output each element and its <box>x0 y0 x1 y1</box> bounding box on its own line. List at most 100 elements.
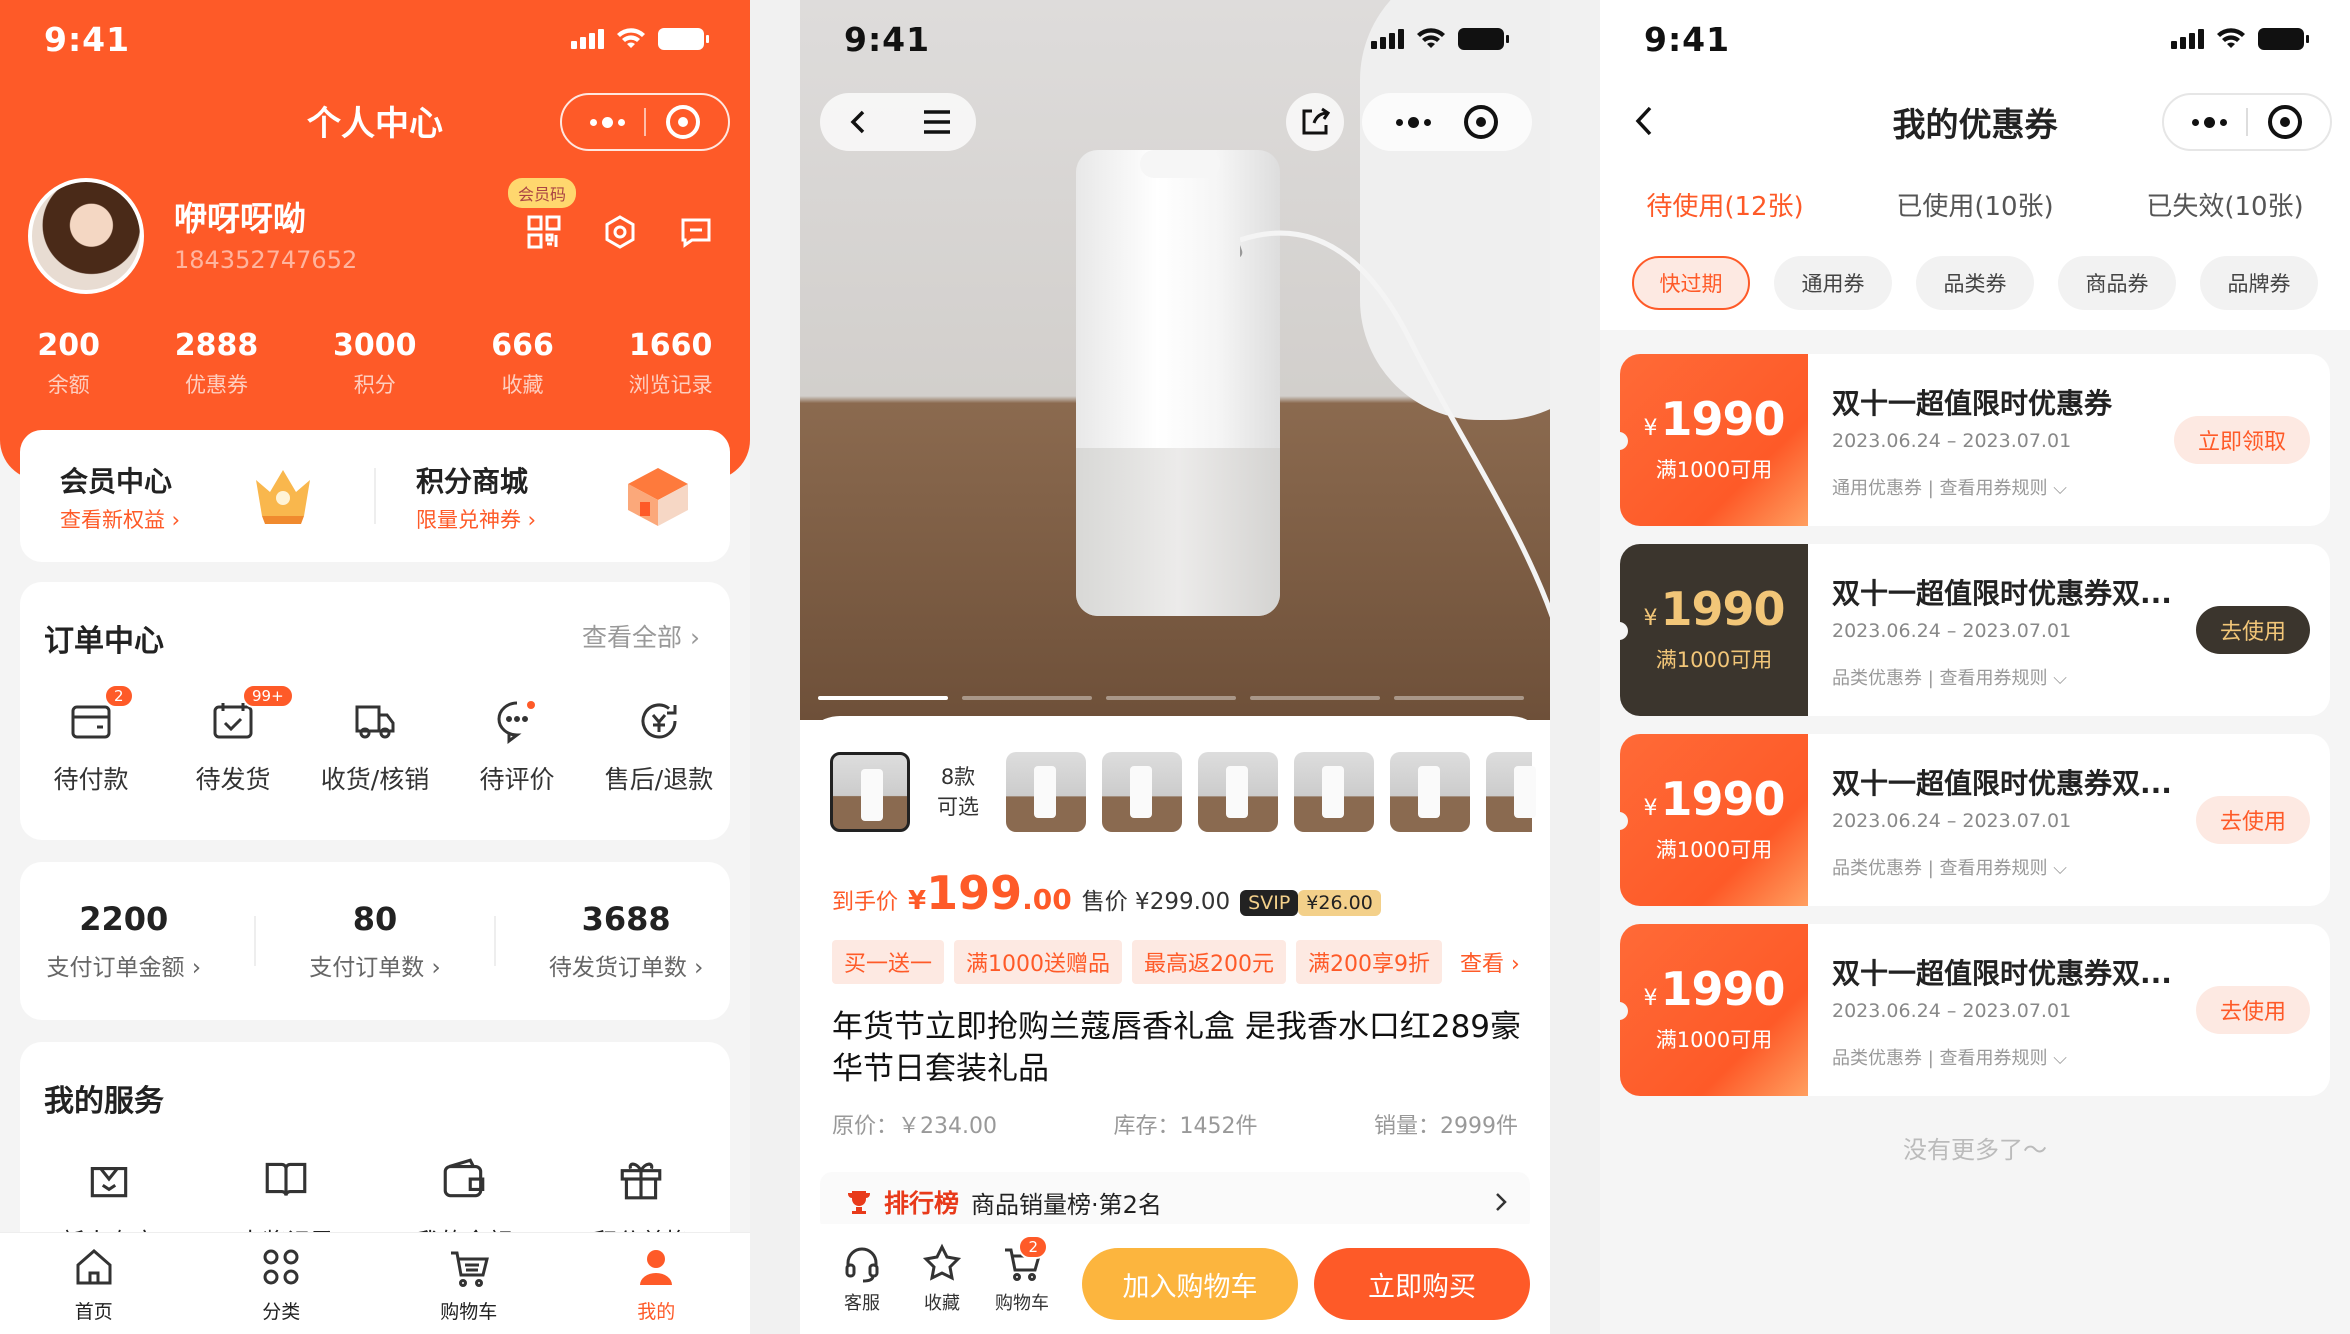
order-center-title: 订单中心 <box>44 624 164 659</box>
coupon-status-tabs: 待使用(12张) 已使用(10张) 已失效(10张) <box>1600 186 2350 223</box>
nav-back-menu <box>820 93 976 151</box>
points-mall-entry[interactable]: 积分商城 限量兑神券 › <box>376 430 730 562</box>
tab-used[interactable]: 已使用(10张) <box>1896 186 2053 223</box>
coupons-screen: 9:41 我的优惠券 待使用(12张) 已使用(10张) 已失效(10张) 快过… <box>1600 0 2350 1334</box>
tab-mine[interactable]: 我的 <box>596 1233 716 1334</box>
stat-points[interactable]: 3000 积分 <box>333 328 417 399</box>
signal-icon <box>1371 29 1404 49</box>
sales-count: 销量：2999件 <box>1373 1114 1518 1139</box>
back-icon[interactable] <box>845 108 873 136</box>
coupon-date: 2023.06.24 – 2023.07.01 <box>1832 810 2072 832</box>
use-button[interactable]: 去使用 <box>2195 986 2310 1034</box>
variant-thumb[interactable] <box>1006 752 1086 832</box>
more-icon[interactable] <box>589 116 625 128</box>
tab-unused[interactable]: 待使用(12张) <box>1646 186 1803 223</box>
order-badge: 2 <box>104 684 134 708</box>
use-button[interactable]: 去使用 <box>2195 606 2310 654</box>
sales-summary: 2200 支付订单金额 › 80 支付订单数 › 3688 待发货订单数 › <box>20 862 730 1020</box>
settings-icon[interactable] <box>600 212 640 252</box>
stat-pay-amount[interactable]: 2200 支付订单金额 › <box>47 900 202 982</box>
book-icon <box>265 1162 307 1196</box>
truck-icon <box>348 694 402 748</box>
tab-category[interactable]: 分类 <box>221 1233 341 1334</box>
grid-icon <box>263 1249 299 1285</box>
variant-thumb[interactable] <box>1390 752 1470 832</box>
view-all-orders-link[interactable]: 查看全部 › <box>582 618 700 654</box>
buy-now-button[interactable]: 立即购买 <box>1314 1248 1530 1320</box>
order-receive[interactable]: 收货/核销 <box>310 694 440 796</box>
shop-icon <box>628 468 688 526</box>
coupon-date: 2023.06.24 – 2023.07.01 <box>1832 1000 2072 1022</box>
customer-service-button[interactable]: 客服 <box>822 1243 902 1315</box>
coupon-card: ¥1990 满1000可用 双十一超值限时优惠券双... 2023.06.24 –… <box>1620 544 2330 716</box>
coupon-rule-link[interactable]: 品类优惠券 | 查看用券规则 ⌵ <box>1832 664 2067 690</box>
chip-general[interactable]: 通用券 <box>1774 256 1892 310</box>
more-icon[interactable] <box>2191 116 2227 128</box>
wifi-icon <box>2217 28 2245 48</box>
sale-price: 售价 ¥299.00 <box>1081 889 1231 915</box>
user-id: 184352747652 <box>174 246 358 274</box>
variant-thumb[interactable] <box>830 752 910 832</box>
variant-thumb[interactable] <box>1198 752 1278 832</box>
coupon-name: 双十一超值限时优惠券双... <box>1832 957 2172 990</box>
qr-code-icon[interactable] <box>524 212 564 252</box>
status-bar: 9:41 <box>1600 0 2350 80</box>
wifi-icon <box>1417 28 1445 48</box>
ranking-row[interactable]: 排行榜 商品销量榜·第2名 <box>820 1172 1530 1232</box>
message-icon[interactable] <box>676 212 716 252</box>
status-bar: 9:41 <box>800 0 1550 80</box>
view-promos-link[interactable]: 查看 › <box>1460 946 1520 978</box>
coupon-condition: 满1000可用 <box>1655 838 1773 862</box>
promo-tag: 最高返200元 <box>1132 940 1287 984</box>
stat-coupons[interactable]: 2888 优惠券 <box>175 328 259 399</box>
coupon-rule-link[interactable]: 品类优惠券 | 查看用券规则 ⌵ <box>1832 1044 2067 1070</box>
add-to-cart-button[interactable]: 加入购物车 <box>1082 1248 1298 1320</box>
chip-brand[interactable]: 品牌券 <box>2200 256 2318 310</box>
stat-favorites[interactable]: 666 收藏 <box>491 328 554 399</box>
chip-product[interactable]: 商品券 <box>2058 256 2176 310</box>
coupon-rule-link[interactable]: 通用优惠券 | 查看用券规则 ⌵ <box>1832 474 2067 500</box>
chip-category[interactable]: 品类券 <box>1916 256 2034 310</box>
tab-cart[interactable]: 购物车 <box>409 1233 529 1334</box>
cart-button[interactable]: 2 购物车 <box>982 1235 1062 1315</box>
variant-thumb[interactable] <box>1102 752 1182 832</box>
mini-program-capsule <box>1362 93 1532 151</box>
coupon-name: 双十一超值限时优惠券 <box>1832 387 2113 420</box>
coupon-card: ¥1990 满1000可用 双十一超值限时优惠券双... 2023.06.24 –… <box>1620 734 2330 906</box>
coupon-rule-link[interactable]: 品类优惠券 | 查看用券规则 ⌵ <box>1832 854 2067 880</box>
order-pending-shipment[interactable]: 99+ 待发货 <box>168 684 298 796</box>
share-button[interactable] <box>1286 93 1344 151</box>
menu-icon[interactable] <box>922 109 952 135</box>
stat-history[interactable]: 1660 浏览记录 <box>629 328 713 399</box>
close-target-icon[interactable] <box>2268 105 2303 139</box>
order-pending-payment[interactable]: 2 待付款 <box>26 684 156 796</box>
coupon-card: ¥1990 满1000可用 双十一超值限时优惠券 2023.06.24 – 202… <box>1620 354 2330 526</box>
variant-count: 8款 可选 <box>937 765 979 819</box>
more-icon[interactable] <box>1396 116 1432 128</box>
coupon-date: 2023.06.24 – 2023.07.01 <box>1832 430 2072 452</box>
comment-icon <box>490 694 544 748</box>
variant-thumb[interactable] <box>1294 752 1374 832</box>
close-target-icon[interactable] <box>1463 105 1498 139</box>
signal-icon <box>2171 29 2204 49</box>
stat-balance[interactable]: 200 余额 <box>37 328 100 399</box>
stat-pay-count[interactable]: 80 支付订单数 › <box>309 900 441 982</box>
variant-thumb[interactable] <box>1486 752 1536 832</box>
use-button[interactable]: 去使用 <box>2195 796 2310 844</box>
avatar[interactable] <box>28 178 144 294</box>
product-meta: 原价：￥234.00 库存：1452件 销量：2999件 <box>832 1108 1518 1140</box>
claim-button[interactable]: 立即领取 <box>2173 416 2310 464</box>
product-title: 年货节立即抢购兰蔻唇香礼盒 是我香水口红289豪华节日套装礼品 <box>832 1009 1522 1087</box>
order-after-sale[interactable]: 售后/退款 <box>594 694 724 796</box>
member-center-entry[interactable]: 会员中心 查看新权益 › <box>20 430 374 562</box>
cart-icon <box>450 1251 489 1287</box>
chip-expiring[interactable]: 快过期 <box>1632 256 1750 310</box>
gift-icon <box>620 1162 662 1200</box>
tab-expired[interactable]: 已失效(10张) <box>2146 186 2303 223</box>
member-code-badge: 会员码 <box>508 178 577 208</box>
close-target-icon[interactable] <box>666 105 701 139</box>
tab-home[interactable]: 首页 <box>34 1233 154 1334</box>
order-pending-review[interactable]: 待评价 <box>452 694 582 796</box>
favorite-button[interactable]: 收藏 <box>902 1243 982 1315</box>
stat-to-ship[interactable]: 3688 待发货订单数 › <box>549 900 704 982</box>
